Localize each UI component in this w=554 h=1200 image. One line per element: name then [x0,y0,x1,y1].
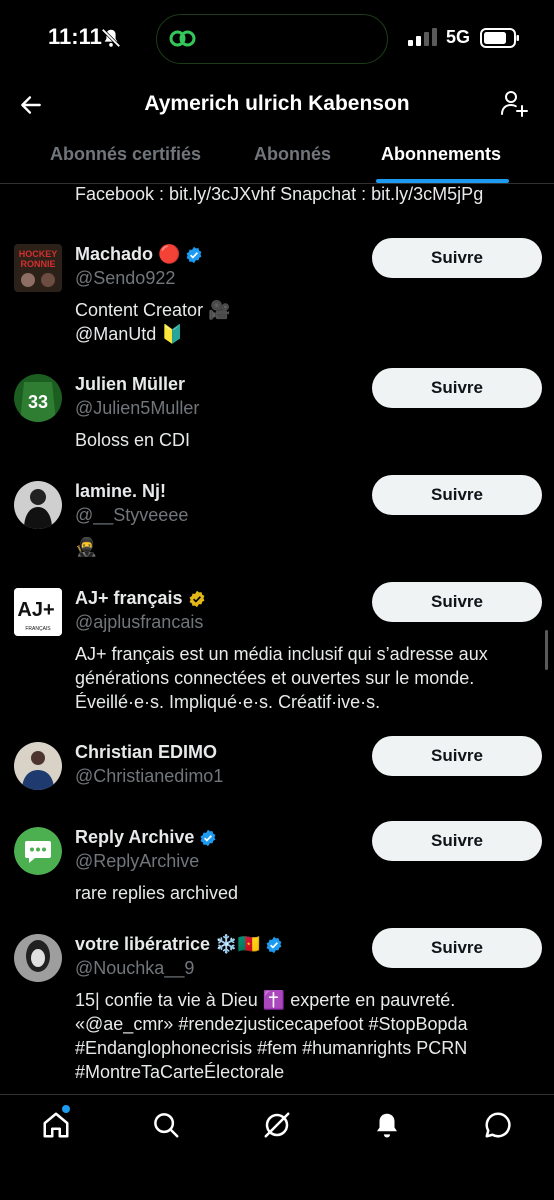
bio-line: générations connectées et ouvertes sur l… [75,668,475,688]
page-title: Aymerich ulrich Kabenson [144,92,410,115]
user-handle: @ReplyArchive [75,851,200,871]
follow-button[interactable]: Suivre [372,821,542,861]
nav-search[interactable] [148,1107,184,1143]
bottom-nav [0,1094,554,1200]
user-bio: AJ+ français est un média inclusif qui s… [75,642,488,714]
user-name[interactable]: Machado 🔴 [75,244,180,265]
verified-gold-badge-icon [189,590,204,607]
bio-line: 15| confie ta vie à Dieu ✝️ experte en p… [75,990,456,1010]
user-bio: Boloss en CDI [75,428,190,452]
user-handle: @Nouchka__9 [75,958,195,978]
user-handle: @Sendo922 [75,268,176,288]
nav-grok[interactable] [259,1107,295,1143]
avatar-text-line1: HOCKEY [19,249,58,259]
bio-line: @ManUtd 🔰 [75,324,184,344]
active-tab-indicator [376,179,509,183]
status-bar: 11:11 5G [0,0,554,78]
user-bio: rare replies archived [75,881,238,905]
dynamic-island [156,14,388,64]
avatar[interactable]: 33 [14,374,62,422]
user-name-line: votre libératrice ❄️🇨🇲 [75,934,283,955]
user-name-line: Julien Müller [75,374,185,395]
user-bio: Content Creator 🎥 @ManUtd 🔰 [75,298,230,346]
status-time: 11:11 [48,24,102,49]
avatar-logo-text: AJ+ [17,599,54,621]
avatar-text-line2: RONNIE [20,259,55,269]
verified-badge-icon [200,829,216,846]
bio-line: «@ae_cmr» #rendezjusticecapefoot #StopBo… [75,1014,468,1034]
user-name-line: lamine. Nj! [75,481,166,502]
follow-button[interactable]: Suivre [372,736,542,776]
add-person-button[interactable] [496,86,532,122]
user-name[interactable]: lamine. Nj! [75,481,166,502]
home-icon [43,1112,69,1138]
notifications-icon [377,1113,397,1138]
bio-line: Content Creator 🎥 [75,300,231,320]
messages-icon [485,1112,511,1138]
link-icon [169,30,196,47]
avatar-jersey-number: 33 [28,392,48,412]
user-handle: @__Styveeee [75,505,189,525]
tab-following[interactable]: Abonnements [381,144,501,165]
nav-home[interactable] [38,1107,74,1143]
user-handle: @Christianedimo1 [75,766,224,786]
user-name-line: Christian EDIMO [75,742,217,763]
nav-messages[interactable] [480,1107,516,1143]
tab-verified-followers[interactable]: Abonnés certifiés [50,144,201,165]
bio-line: #Endanglophonecrisis #fem #humanrights P… [75,1038,468,1058]
user-name[interactable]: AJ+ français [75,588,183,609]
previous-user-bio: Facebook : bit.ly/3cJXvhf Snapchat : bit… [75,184,484,204]
user-name-line: Machado 🔴 [75,244,203,265]
avatar[interactable] [14,827,62,875]
follow-button[interactable]: Suivre [372,475,542,515]
bell-off-icon [101,28,121,48]
grok-icon [264,1112,290,1138]
follow-button[interactable]: Suivre [372,368,542,408]
bio-line: #MontreTaCarteÉlectorale [75,1062,285,1082]
tab-followers[interactable]: Abonnés [254,144,331,165]
network-type: 5G [446,27,471,47]
user-handle: @Julien5Muller [75,398,200,418]
bio-line: AJ+ français est un média inclusif qui s… [75,644,488,664]
signal-icon [408,28,437,46]
avatar[interactable]: HOCKEY RONNIE [14,244,62,292]
bio-line: rare replies archived [75,883,239,903]
nav-notifications[interactable] [369,1107,405,1143]
header: Aymerich ulrich Kabenson [0,78,554,134]
verified-badge-icon [266,936,282,953]
bio-line: 🥷 [75,537,98,557]
user-handle: @ajplusfrancais [75,612,204,632]
search-icon [154,1113,179,1138]
bio-line: Éveillé·e·s. Impliqué·e·s. Créatif·ive·s… [75,692,381,712]
follow-button[interactable]: Suivre [372,928,542,968]
user-name-line: AJ+ français [75,588,206,609]
add-person-icon [501,91,528,117]
follow-button[interactable]: Suivre [372,238,542,278]
battery-icon [480,28,519,48]
avatar-logo-sub: FRANÇAIS [25,626,51,632]
notification-dot [62,1105,70,1113]
user-bio: 15| confie ta vie à Dieu ✝️ experte en p… [75,988,468,1084]
avatar[interactable]: AJ+ FRANÇAIS [14,588,62,636]
bio-line: Boloss en CDI [75,430,191,450]
user-name[interactable]: Christian EDIMO [75,742,217,763]
user-bio: 🥷 [75,535,97,559]
avatar[interactable] [14,742,62,790]
user-name[interactable]: Reply Archive [75,827,194,848]
scrollbar[interactable] [545,630,548,670]
verified-badge-icon [187,246,202,263]
tab-bar: Abonnés certifiés Abonnés Abonnements [0,134,554,184]
follow-button[interactable]: Suivre [372,582,542,622]
user-name-line: Reply Archive [75,827,217,848]
avatar[interactable] [14,934,62,982]
following-list[interactable]: Facebook : bit.ly/3cJXvhf Snapchat : bit… [0,184,554,1094]
avatar[interactable] [14,481,62,529]
user-name[interactable]: Julien Müller [75,374,185,395]
user-name[interactable]: votre libératrice ❄️🇨🇲 [75,934,260,955]
